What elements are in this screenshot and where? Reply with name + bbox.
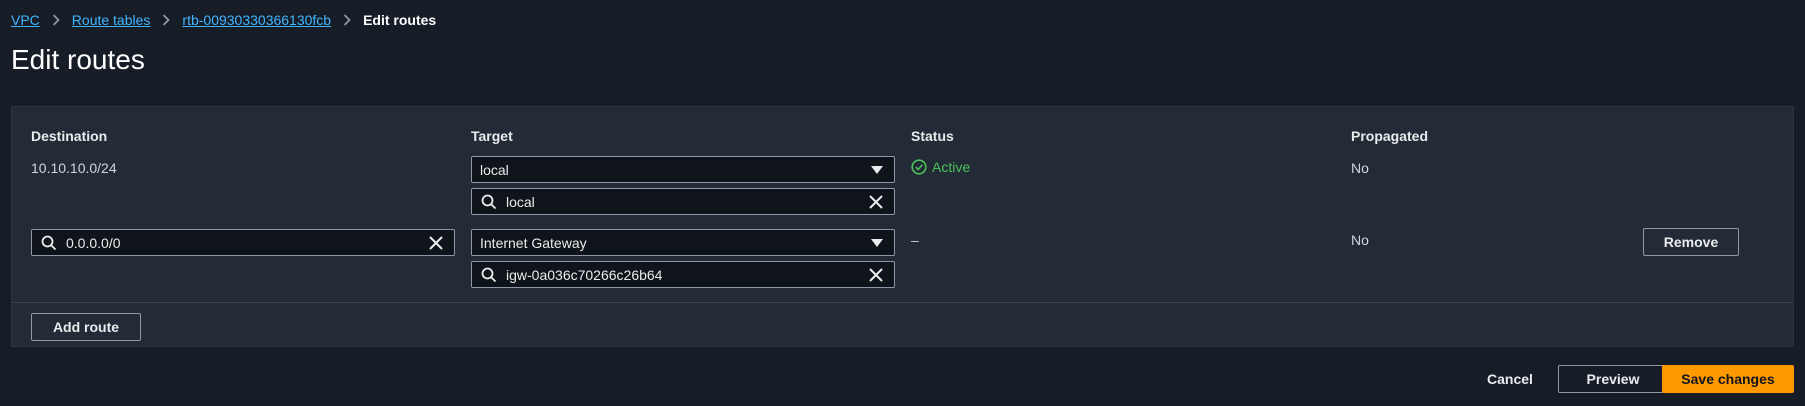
route-destination: 10.10.10.0/24 bbox=[31, 160, 117, 176]
column-header-destination: Destination bbox=[31, 128, 108, 144]
column-header-status: Status bbox=[911, 128, 954, 144]
clear-icon[interactable] bbox=[867, 193, 885, 211]
preview-button[interactable]: Preview bbox=[1558, 365, 1668, 393]
cancel-button[interactable]: Cancel bbox=[1470, 366, 1550, 392]
breadcrumb-route-tables[interactable]: Route tables bbox=[72, 12, 151, 28]
page-title: Edit routes bbox=[11, 44, 145, 75]
target-search-input[interactable]: local bbox=[471, 188, 895, 215]
destination-value: 0.0.0.0/0 bbox=[66, 234, 121, 251]
chevron-right-icon bbox=[52, 14, 60, 26]
propagated-value: No bbox=[1351, 160, 1369, 176]
propagated-value: No bbox=[1351, 232, 1369, 248]
breadcrumb: VPC Route tables rtb-00930330366130fcb E… bbox=[11, 10, 436, 30]
clear-icon[interactable] bbox=[867, 266, 885, 284]
target-type-select[interactable]: local bbox=[471, 156, 895, 183]
target-search-input[interactable]: igw-0a036c70266c26b64 bbox=[471, 261, 895, 288]
add-route-button[interactable]: Add route bbox=[31, 313, 141, 341]
save-changes-button[interactable]: Save changes bbox=[1662, 365, 1794, 393]
status-text: Active bbox=[932, 159, 971, 175]
chevron-right-icon bbox=[343, 14, 351, 26]
target-type-value: Internet Gateway bbox=[480, 234, 587, 251]
chevron-right-icon bbox=[162, 14, 171, 26]
status-text: – bbox=[911, 232, 919, 248]
remove-button[interactable]: Remove bbox=[1643, 228, 1739, 256]
clear-icon[interactable] bbox=[427, 234, 445, 252]
breadcrumb-current: Edit routes bbox=[363, 12, 437, 28]
check-circle-icon bbox=[911, 159, 927, 175]
target-type-value: local bbox=[480, 161, 509, 178]
target-search-value: igw-0a036c70266c26b64 bbox=[506, 266, 663, 283]
breadcrumb-vpc[interactable]: VPC bbox=[11, 12, 40, 28]
caret-down-icon bbox=[871, 238, 883, 247]
column-header-target: Target bbox=[471, 128, 513, 144]
status-badge: Active bbox=[911, 159, 970, 175]
column-header-propagated: Propagated bbox=[1351, 128, 1429, 144]
routes-panel bbox=[11, 106, 1794, 347]
breadcrumb-route-table-id[interactable]: rtb-00930330366130fcb bbox=[182, 12, 331, 28]
target-type-select[interactable]: Internet Gateway bbox=[471, 229, 895, 256]
search-icon bbox=[481, 267, 497, 283]
search-icon bbox=[41, 235, 57, 251]
search-icon bbox=[481, 194, 497, 210]
caret-down-icon bbox=[871, 165, 883, 174]
destination-input[interactable]: 0.0.0.0/0 bbox=[31, 229, 455, 256]
divider bbox=[12, 302, 1793, 303]
target-search-value: local bbox=[506, 193, 535, 210]
